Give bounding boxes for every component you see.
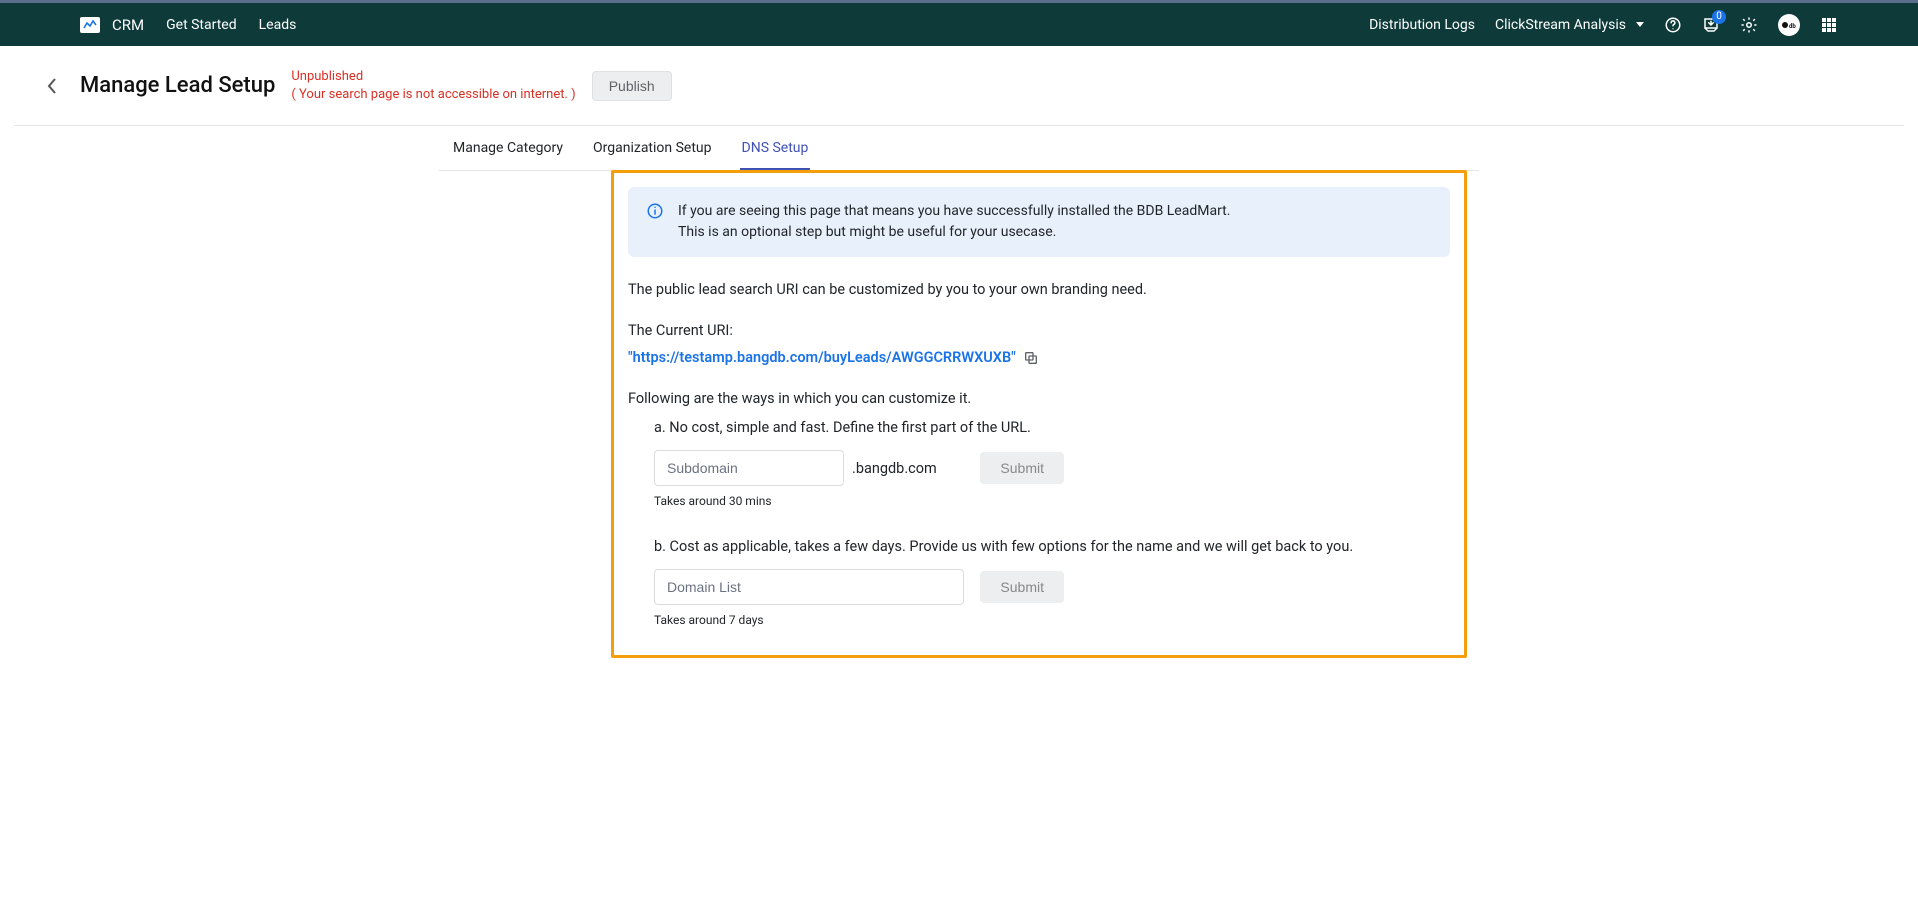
top-navbar: CRM Get Started Leads Distribution Logs … bbox=[0, 3, 1918, 46]
apps-grid-icon[interactable] bbox=[1820, 16, 1838, 34]
chevron-down-icon bbox=[1636, 22, 1644, 27]
publish-status: Unpublished ( Your search page is not ac… bbox=[291, 68, 575, 103]
ways-intro: Following are the ways in which you can … bbox=[628, 390, 1450, 407]
tab-dns-setup[interactable]: DNS Setup bbox=[740, 126, 811, 170]
settings-icon[interactable] bbox=[1740, 16, 1758, 34]
nav-get-started[interactable]: Get Started bbox=[166, 17, 237, 33]
option-b-heading: b. Cost as applicable, takes a few days.… bbox=[654, 538, 1450, 555]
option-a-helper: Takes around 30 mins bbox=[654, 494, 1450, 508]
info-line2: This is an optional step but might be us… bbox=[678, 222, 1230, 243]
info-line1: If you are seeing this page that means y… bbox=[678, 201, 1230, 222]
app-brand[interactable]: CRM bbox=[112, 16, 144, 34]
status-line2: ( Your search page is not accessible on … bbox=[291, 86, 575, 104]
inbox-badge: 0 bbox=[1712, 10, 1726, 24]
nav-leads[interactable]: Leads bbox=[259, 17, 297, 33]
option-b-helper: Takes around 7 days bbox=[654, 613, 1450, 627]
submit-domain-button[interactable]: Submit bbox=[980, 571, 1064, 603]
page-title: Manage Lead Setup bbox=[80, 73, 275, 98]
svg-text:db: db bbox=[1789, 23, 1796, 30]
nav-distribution-logs[interactable]: Distribution Logs bbox=[1369, 17, 1475, 33]
status-line1: Unpublished bbox=[291, 68, 575, 86]
subdomain-suffix: .bangdb.com bbox=[852, 460, 937, 477]
back-button[interactable] bbox=[40, 74, 64, 98]
nav-clickstream-analysis[interactable]: ClickStream Analysis bbox=[1495, 17, 1644, 33]
submit-subdomain-button[interactable]: Submit bbox=[980, 452, 1064, 484]
info-icon bbox=[646, 202, 664, 243]
inbox-icon[interactable]: 0 bbox=[1702, 16, 1720, 34]
user-avatar[interactable]: db bbox=[1778, 14, 1800, 36]
nav-clickstream-label: ClickStream Analysis bbox=[1495, 17, 1626, 33]
tab-manage-category[interactable]: Manage Category bbox=[451, 126, 565, 170]
option-a-heading: a. No cost, simple and fast. Define the … bbox=[654, 419, 1450, 436]
page-header: Manage Lead Setup Unpublished ( Your sea… bbox=[0, 46, 1918, 125]
current-uri-label: The Current URI: bbox=[628, 322, 1450, 339]
subdomain-input[interactable] bbox=[654, 450, 844, 486]
publish-button[interactable]: Publish bbox=[592, 71, 672, 101]
highlighted-panel: If you are seeing this page that means y… bbox=[611, 170, 1467, 658]
copy-icon[interactable] bbox=[1023, 350, 1039, 366]
help-icon[interactable] bbox=[1664, 16, 1682, 34]
app-logo-icon bbox=[80, 17, 100, 33]
current-uri-link[interactable]: "https://testamp.bangdb.com/buyLeads/AWG… bbox=[628, 349, 1016, 366]
info-banner: If you are seeing this page that means y… bbox=[628, 187, 1450, 257]
intro-text: The public lead search URI can be custom… bbox=[628, 281, 1450, 298]
domain-list-input[interactable] bbox=[654, 569, 964, 605]
tabs: Manage Category Organization Setup DNS S… bbox=[439, 126, 1479, 170]
tab-organization-setup[interactable]: Organization Setup bbox=[591, 126, 714, 170]
